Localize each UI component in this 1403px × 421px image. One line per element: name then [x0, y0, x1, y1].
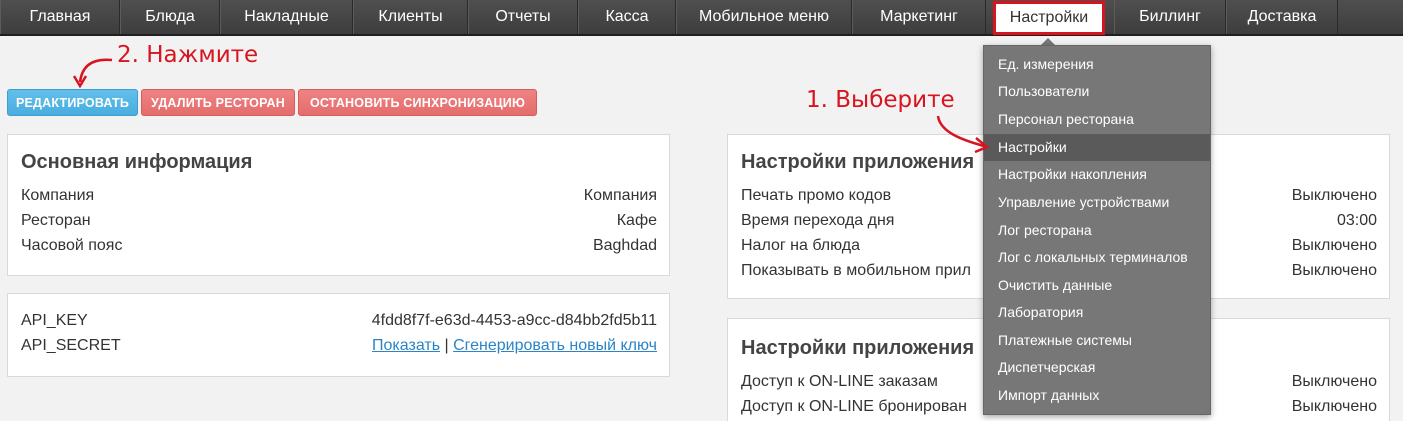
- top-navbar: Главная Блюда Накладные Клиенты Отчеты К…: [0, 0, 1403, 36]
- nav-item-home[interactable]: Главная: [0, 0, 120, 34]
- annotation-arrow-2: [72, 58, 113, 89]
- api-key-label: API_KEY: [21, 312, 88, 329]
- dropdown-item-dispatcher[interactable]: Диспетчерская: [984, 354, 1210, 381]
- info-row-key: Часовой пояс: [21, 237, 123, 254]
- dropdown-item-laboratory[interactable]: Лаборатория: [984, 299, 1210, 326]
- dropdown-item-payment-systems[interactable]: Платежные системы: [984, 327, 1210, 354]
- nav-item-settings[interactable]: Настройки: [993, 1, 1105, 35]
- settings-row-key: Налог на блюда: [741, 237, 860, 254]
- settings-row-value: Выключено: [1291, 237, 1377, 254]
- dropdown-item-clear-data[interactable]: Очистить данные: [984, 272, 1210, 299]
- info-row: Часовой пояс Baghdad: [21, 237, 657, 259]
- nav-item-cashbox[interactable]: Касса: [578, 0, 676, 34]
- show-secret-link[interactable]: Показать: [372, 337, 440, 354]
- dropdown-item-settings[interactable]: Настройки: [984, 134, 1210, 161]
- stop-sync-button[interactable]: ОСТАНОВИТЬ СИНХРОНИЗАЦИЮ: [298, 89, 537, 116]
- edit-button[interactable]: РЕДАКТИРОВАТЬ: [7, 89, 138, 116]
- generate-key-link[interactable]: Сгенерировать новый ключ: [453, 337, 657, 354]
- link-separator: |: [444, 337, 449, 354]
- dropdown-item-staff[interactable]: Персонал ресторана: [984, 106, 1210, 133]
- settings-row-key: Печать промо кодов: [741, 187, 892, 204]
- annotation-arrow-1: [936, 115, 990, 154]
- settings-row-key: Время перехода дня: [741, 212, 895, 229]
- info-row: Компания Компания: [21, 187, 657, 209]
- info-row: Ресторан Кафе: [21, 212, 657, 234]
- settings-row-value: Выключено: [1291, 398, 1377, 415]
- settings-dropdown-menu: Ед. измерения Пользователи Персонал рест…: [983, 45, 1211, 415]
- dropdown-item-terminal-log[interactable]: Лог с локальных терминалов: [984, 244, 1210, 271]
- api-secret-row: API_SECRET Показать | Сгенерировать новы…: [21, 337, 657, 359]
- dropdown-item-device-management[interactable]: Управление устройствами: [984, 189, 1210, 216]
- nav-item-delivery[interactable]: Доставка: [1226, 0, 1338, 34]
- app-settings-title: Настройки приложения: [741, 151, 975, 173]
- settings-row-value: Выключено: [1291, 262, 1377, 279]
- nav-item-dishes[interactable]: Блюда: [120, 0, 220, 34]
- dropdown-item-data-import[interactable]: Импорт данных: [984, 382, 1210, 409]
- dropdown-item-accumulation-settings[interactable]: Настройки накопления: [984, 161, 1210, 188]
- api-panel: API_KEY 4fdd8f7f-e63d-4453-a9cc-d84bb2fd…: [7, 293, 670, 377]
- basic-info-title: Основная информация: [21, 151, 253, 173]
- nav-item-mobile-menu[interactable]: Мобильное меню: [676, 0, 852, 34]
- settings-row-key: Показывать в мобильном прил: [741, 262, 971, 279]
- nav-item-clients[interactable]: Клиенты: [353, 0, 468, 34]
- settings-row-key: Доступ к ON-LINE заказам: [741, 373, 938, 390]
- dropdown-item-users[interactable]: Пользователи: [984, 78, 1210, 105]
- nav-item-marketing[interactable]: Маркетинг: [852, 0, 986, 34]
- settings-row-value: Выключено: [1291, 373, 1377, 390]
- annotation-step-1: 1. Выберите: [806, 87, 955, 113]
- info-row-key: Ресторан: [21, 212, 91, 229]
- annotation-step-2: 2. Нажмите: [117, 42, 259, 68]
- info-row-value: Компания: [583, 187, 657, 204]
- dropdown-item-restaurant-log[interactable]: Лог ресторана: [984, 217, 1210, 244]
- nav-item-reports[interactable]: Отчеты: [468, 0, 578, 34]
- api-secret-label: API_SECRET: [21, 337, 121, 354]
- basic-info-panel: Основная информация Компания Компания Ре…: [7, 134, 670, 276]
- info-row-value: Baghdad: [592, 237, 657, 254]
- info-row-key: Компания: [21, 187, 95, 204]
- api-secret-actions: Показать | Сгенерировать новый ключ: [372, 337, 657, 355]
- settings-row-key: Доступ к ON-LINE бронирован: [741, 398, 967, 415]
- settings-row-value: 03:00: [1336, 212, 1377, 229]
- dropdown-caret: [1041, 38, 1055, 45]
- nav-item-invoices[interactable]: Накладные: [220, 0, 353, 34]
- app-settings-title-2: Настройки приложения: [741, 337, 975, 359]
- settings-row-value: Выключено: [1291, 187, 1377, 204]
- dropdown-item-units[interactable]: Ед. измерения: [984, 51, 1210, 78]
- nav-item-billing[interactable]: Биллинг: [1114, 0, 1226, 34]
- api-key-row: API_KEY 4fdd8f7f-e63d-4453-a9cc-d84bb2fd…: [21, 312, 657, 334]
- info-row-value: Кафе: [616, 212, 657, 229]
- api-key-value: 4fdd8f7f-e63d-4453-a9cc-d84bb2fd5b11: [371, 312, 657, 329]
- delete-restaurant-button[interactable]: УДАЛИТЬ РЕСТОРАН: [141, 89, 295, 116]
